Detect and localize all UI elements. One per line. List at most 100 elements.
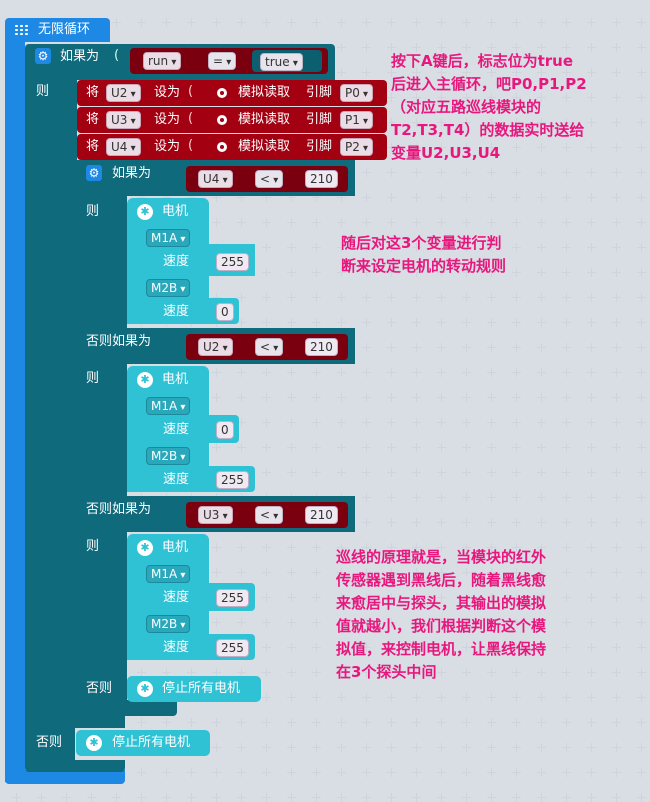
assign-set: 设为 <box>154 112 181 127</box>
grid-cross <box>462 468 471 477</box>
var-dropdown-u4[interactable]: U4 <box>198 170 233 188</box>
grid-cross <box>437 393 446 402</box>
motor-port-dropdown[interactable]: M1A <box>146 565 191 583</box>
op-dropdown-eq[interactable]: = <box>208 52 237 70</box>
var-dropdown-u3[interactable]: U3 <box>106 111 141 129</box>
grid-cross <box>262 468 271 477</box>
grid-cross <box>587 318 596 327</box>
grid-cross <box>612 318 621 327</box>
pin-dropdown-p2[interactable]: P2 <box>340 138 374 156</box>
grid-cross <box>587 793 596 802</box>
motor-icon: ✱ <box>137 681 153 697</box>
speed-input[interactable]: 0 <box>216 421 234 439</box>
var-dropdown-u3[interactable]: U3 <box>198 506 233 524</box>
grid-cross <box>437 193 446 202</box>
grid-cross <box>537 418 546 427</box>
grid-cross <box>462 318 471 327</box>
op-dropdown-lt[interactable]: < <box>255 338 284 356</box>
bool-dropdown-true[interactable]: true <box>260 53 303 71</box>
grid-cross <box>412 743 421 752</box>
pin-dropdown-p0[interactable]: P0 <box>340 84 374 102</box>
var-dropdown-run[interactable]: run <box>143 52 182 70</box>
grid-cross <box>437 343 446 352</box>
motor-title: 电机 <box>162 540 189 555</box>
motor-port-dropdown[interactable]: M1A <box>146 397 191 415</box>
grid-cross <box>612 243 621 252</box>
grid-cross <box>612 493 621 502</box>
grid-cross <box>112 18 121 27</box>
grid-cross <box>537 743 546 752</box>
grid-cross <box>437 793 446 802</box>
grid-cross <box>537 443 546 452</box>
elseif-label: 否则如果为 <box>86 502 152 517</box>
number-input[interactable]: 210 <box>305 170 338 188</box>
op-dropdown-lt[interactable]: < <box>255 506 284 524</box>
number-input[interactable]: 210 <box>305 338 338 356</box>
gear-icon[interactable]: ⚙ <box>35 48 51 64</box>
speed-input[interactable]: 0 <box>216 303 234 321</box>
grid-cross <box>612 693 621 702</box>
grid-cross <box>512 518 521 527</box>
grid-cross <box>487 493 496 502</box>
assign-set: 设为 <box>154 85 181 100</box>
forever-loop-label: 无限循环 <box>38 22 91 37</box>
speed-input[interactable]: 255 <box>216 253 249 271</box>
gear-icon[interactable]: ⚙ <box>86 165 102 181</box>
var-dropdown-u2[interactable]: U2 <box>106 84 141 102</box>
grid-cross <box>637 568 646 577</box>
grid-cross <box>587 743 596 752</box>
grid-cross <box>512 443 521 452</box>
grid-cross <box>337 68 346 77</box>
motor-port-dropdown[interactable]: M2B <box>146 615 191 633</box>
motor-port-dropdown[interactable]: M1A <box>146 229 191 247</box>
motor-port-dropdown[interactable]: M2B <box>146 447 191 465</box>
grid-cross <box>312 18 321 27</box>
grid-cross <box>312 293 321 302</box>
grid-cross <box>337 743 346 752</box>
grid-cross <box>637 418 646 427</box>
grid-cross <box>262 643 271 652</box>
motor-icon: ✱ <box>137 372 153 388</box>
grid-cross <box>362 43 371 52</box>
grid-cross <box>387 743 396 752</box>
grid-cross <box>387 393 396 402</box>
grid-cross <box>337 43 346 52</box>
speed-input[interactable]: 255 <box>216 471 249 489</box>
grid-cross <box>287 568 296 577</box>
grid-cross <box>337 693 346 702</box>
grid-cross <box>287 243 296 252</box>
speed-input[interactable]: 255 <box>216 639 249 657</box>
annotation-line: 随后对这3个变量进行判 <box>341 234 502 252</box>
pin-dropdown-p1[interactable]: P1 <box>340 111 374 129</box>
number-input[interactable]: 210 <box>305 506 338 524</box>
grid-cross <box>412 318 421 327</box>
grid-cross <box>362 768 371 777</box>
op-dropdown-lt[interactable]: < <box>255 170 284 188</box>
grid-cross <box>512 693 521 702</box>
grid-icon <box>14 24 28 36</box>
grid-cross <box>562 793 571 802</box>
grid-cross <box>362 468 371 477</box>
grid-cross <box>487 418 496 427</box>
grid-cross <box>262 293 271 302</box>
grid-cross <box>237 218 246 227</box>
grid-cross <box>362 293 371 302</box>
grid-cross <box>362 493 371 502</box>
grid-cross <box>562 268 571 277</box>
grid-cross <box>562 693 571 702</box>
grid-cross <box>612 293 621 302</box>
grid-cross <box>262 268 271 277</box>
grid-cross <box>212 443 221 452</box>
var-dropdown-u4[interactable]: U4 <box>106 138 141 156</box>
grid-cross <box>512 168 521 177</box>
forever-loop-bottom <box>5 770 125 784</box>
grid-cross <box>562 668 571 677</box>
grid-cross <box>287 468 296 477</box>
grid-cross <box>312 218 321 227</box>
motor-icon: ✱ <box>137 204 153 220</box>
motor-port-dropdown[interactable]: M2B <box>146 279 191 297</box>
grid-cross <box>637 718 646 727</box>
grid-cross <box>637 643 646 652</box>
speed-input[interactable]: 255 <box>216 589 249 607</box>
var-dropdown-u2[interactable]: U2 <box>198 338 233 356</box>
